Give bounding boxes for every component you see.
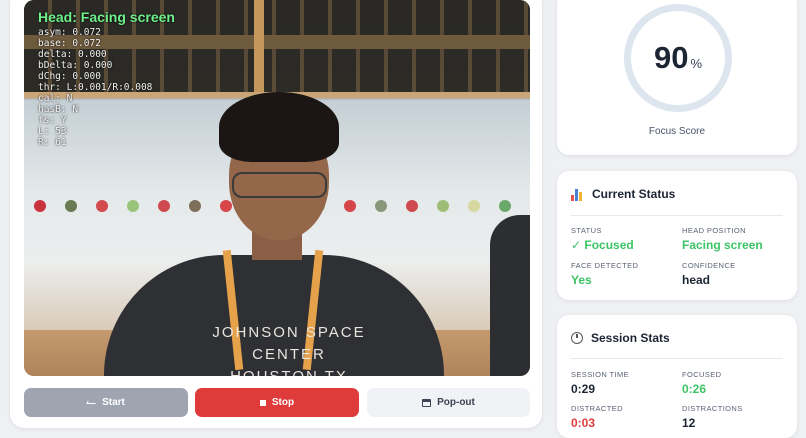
confidence-value: head xyxy=(682,273,711,287)
ceiling-beam xyxy=(254,0,264,100)
window-icon xyxy=(422,398,432,407)
confidence-label: CONFIDENCE xyxy=(682,261,736,270)
wall-dot xyxy=(189,200,201,212)
face-detected-field: FACE DETECTED Yes xyxy=(571,261,638,287)
debug-line: asym: 0.072 xyxy=(38,27,101,38)
distractions-count-label: DISTRACTIONS xyxy=(682,404,743,413)
session-stats-card: Session Stats SESSION TIME 0:29 FOCUSED … xyxy=(557,315,797,438)
start-button[interactable]: Start xyxy=(24,388,188,417)
camera-feed: JOHNSON SPACE CENTER HOUSTON TX Head: Fa… xyxy=(24,0,530,376)
session-time-value: 0:29 xyxy=(571,382,596,396)
shirt-line-1: JOHNSON SPACE CENTER xyxy=(212,324,366,363)
glasses xyxy=(232,172,327,198)
current-status-header: Current Status xyxy=(571,187,675,201)
head-status-text: Head: Facing screen xyxy=(38,9,175,25)
debug-line: hasB: N xyxy=(38,104,79,115)
stopwatch-icon xyxy=(571,332,583,344)
distracted-time-value: 0:03 xyxy=(571,416,596,430)
face-detected-value: Yes xyxy=(571,273,592,287)
status-value: ✓ Focused xyxy=(571,238,634,252)
popout-label: Pop-out xyxy=(437,397,475,408)
debug-line: bDelta: 0.000 xyxy=(38,60,113,71)
debug-line: base: 0.072 xyxy=(38,38,101,49)
stop-button[interactable]: Stop xyxy=(195,388,359,417)
person-hair xyxy=(219,92,339,162)
wall-dot xyxy=(499,200,511,212)
session-time-field: SESSION TIME 0:29 xyxy=(571,370,629,396)
stop-label: Stop xyxy=(271,397,295,408)
status-field: STATUS ✓ Focused xyxy=(571,226,634,252)
focus-score-card: 90 % Focus Score xyxy=(557,0,797,155)
wall-dot xyxy=(34,200,46,212)
session-time-label: SESSION TIME xyxy=(571,370,630,379)
distractions-count-field: DISTRACTIONS 12 xyxy=(682,404,743,430)
focus-score-unit: % xyxy=(690,55,703,71)
debug-line: L: 53 xyxy=(38,126,67,137)
background-person xyxy=(490,215,530,376)
distractions-count-value: 12 xyxy=(682,416,696,430)
wall-dot xyxy=(65,200,77,212)
wall-dot xyxy=(96,200,108,212)
debug-line: thr: L:0.001/R:0.008 xyxy=(38,82,153,93)
divider xyxy=(571,215,783,216)
wall-dot xyxy=(127,200,139,212)
popout-button[interactable]: Pop-out xyxy=(367,388,530,417)
debug-line: R: 61 xyxy=(38,137,67,148)
distracted-time-label: DISTRACTED xyxy=(571,404,623,413)
shirt-line-2: HOUSTON TX xyxy=(189,366,389,376)
wall-dot xyxy=(406,200,418,212)
current-status-title: Current Status xyxy=(592,187,676,201)
debug-line: cal: N xyxy=(38,93,73,104)
focused-time-value: 0:26 xyxy=(682,382,707,396)
head-position-field: HEAD POSITION Facing screen xyxy=(682,226,763,252)
focused-time-field: FOCUSED 0:26 xyxy=(682,370,721,396)
focus-score-ring: 90 % xyxy=(624,4,732,112)
head-position-value: Facing screen xyxy=(682,238,763,252)
debug-line: dChg: 0.000 xyxy=(38,71,101,82)
start-label: Start xyxy=(102,397,125,408)
head-position-label: HEAD POSITION xyxy=(682,226,746,235)
focus-score-value: 90 xyxy=(653,40,689,75)
face-detected-label: FACE DETECTED xyxy=(571,261,639,270)
status-label: STATUS xyxy=(571,226,602,235)
wall-dot xyxy=(220,200,232,212)
debug-line: delta: 0.000 xyxy=(38,49,107,60)
confidence-field: CONFIDENCE head xyxy=(682,261,736,287)
wall-dot xyxy=(344,200,356,212)
debug-line: fs: Y xyxy=(38,115,67,126)
wall-dot xyxy=(158,200,170,212)
focus-score-label: Focus Score xyxy=(648,126,706,137)
bar-chart-icon xyxy=(571,188,584,201)
start-icon xyxy=(86,401,97,404)
distracted-time-field: DISTRACTED 0:03 xyxy=(571,404,623,430)
shirt-print: JOHNSON SPACE CENTER HOUSTON TX xyxy=(189,322,389,376)
debug-overlay: Head: Facing screen asym: 0.072 base: 0.… xyxy=(38,9,175,148)
session-stats-header: Session Stats xyxy=(571,331,670,345)
focused-time-label: FOCUSED xyxy=(682,370,722,379)
divider xyxy=(571,358,783,359)
session-stats-title: Session Stats xyxy=(591,331,670,345)
wall-dot xyxy=(468,200,480,212)
wall-dot xyxy=(437,200,449,212)
stop-icon xyxy=(259,399,266,406)
current-status-card: Current Status STATUS ✓ Focused HEAD POS… xyxy=(557,171,797,300)
wall-dot xyxy=(375,200,387,212)
